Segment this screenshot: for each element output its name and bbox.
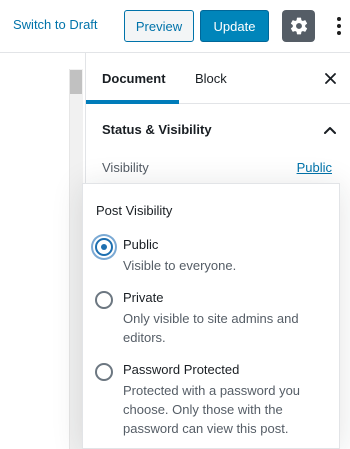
option-label: Password Protected xyxy=(123,362,240,377)
scrollbar-track[interactable] xyxy=(69,69,83,449)
scrollbar-thumb[interactable] xyxy=(70,70,82,94)
radio-public[interactable] xyxy=(95,238,113,256)
option-description: Visible to everyone. xyxy=(123,258,237,273)
visibility-toggle-link[interactable]: Public xyxy=(297,160,332,175)
tab-block[interactable]: Block xyxy=(195,53,227,104)
visibility-label: Visibility xyxy=(102,160,149,175)
radio-private[interactable] xyxy=(95,291,113,309)
more-vertical-icon xyxy=(337,17,341,35)
option-label: Private xyxy=(123,290,164,305)
top-toolbar: Switch to Draft Preview Update xyxy=(0,0,350,53)
radio-password-protected[interactable] xyxy=(95,363,113,381)
close-icon xyxy=(324,72,336,84)
visibility-option-password-protected[interactable]: Password Protected Protected with a pass… xyxy=(95,362,325,442)
switch-to-draft-link[interactable]: Switch to Draft xyxy=(13,17,98,32)
option-description: Protected with a password you choose. On… xyxy=(123,383,301,436)
post-visibility-popover: Post Visibility Public Visible to everyo… xyxy=(82,183,340,449)
visibility-row: Visibility Public xyxy=(86,155,350,185)
editor-page: Switch to Draft Preview Update Document … xyxy=(0,0,350,449)
preview-button[interactable]: Preview xyxy=(124,10,194,42)
tab-document[interactable]: Document xyxy=(102,53,166,104)
sidebar-tabs: Document Block xyxy=(86,53,350,104)
option-label: Public xyxy=(123,237,159,252)
option-description: Only visible to site admins and editors. xyxy=(123,311,299,345)
panel-title: Status & Visibility xyxy=(102,122,212,137)
chevron-up-icon[interactable] xyxy=(322,122,338,138)
settings-button[interactable] xyxy=(282,10,315,42)
close-sidebar-button[interactable] xyxy=(322,70,338,86)
popover-title: Post Visibility xyxy=(96,203,173,218)
gear-icon xyxy=(290,17,307,35)
update-button[interactable]: Update xyxy=(200,10,269,42)
visibility-option-public[interactable]: Public Visible to everyone. xyxy=(95,237,325,277)
visibility-option-private[interactable]: Private Only visible to site admins and … xyxy=(95,290,325,350)
more-options-button[interactable] xyxy=(330,12,348,40)
status-visibility-panel-header[interactable]: Status & Visibility xyxy=(86,104,350,155)
